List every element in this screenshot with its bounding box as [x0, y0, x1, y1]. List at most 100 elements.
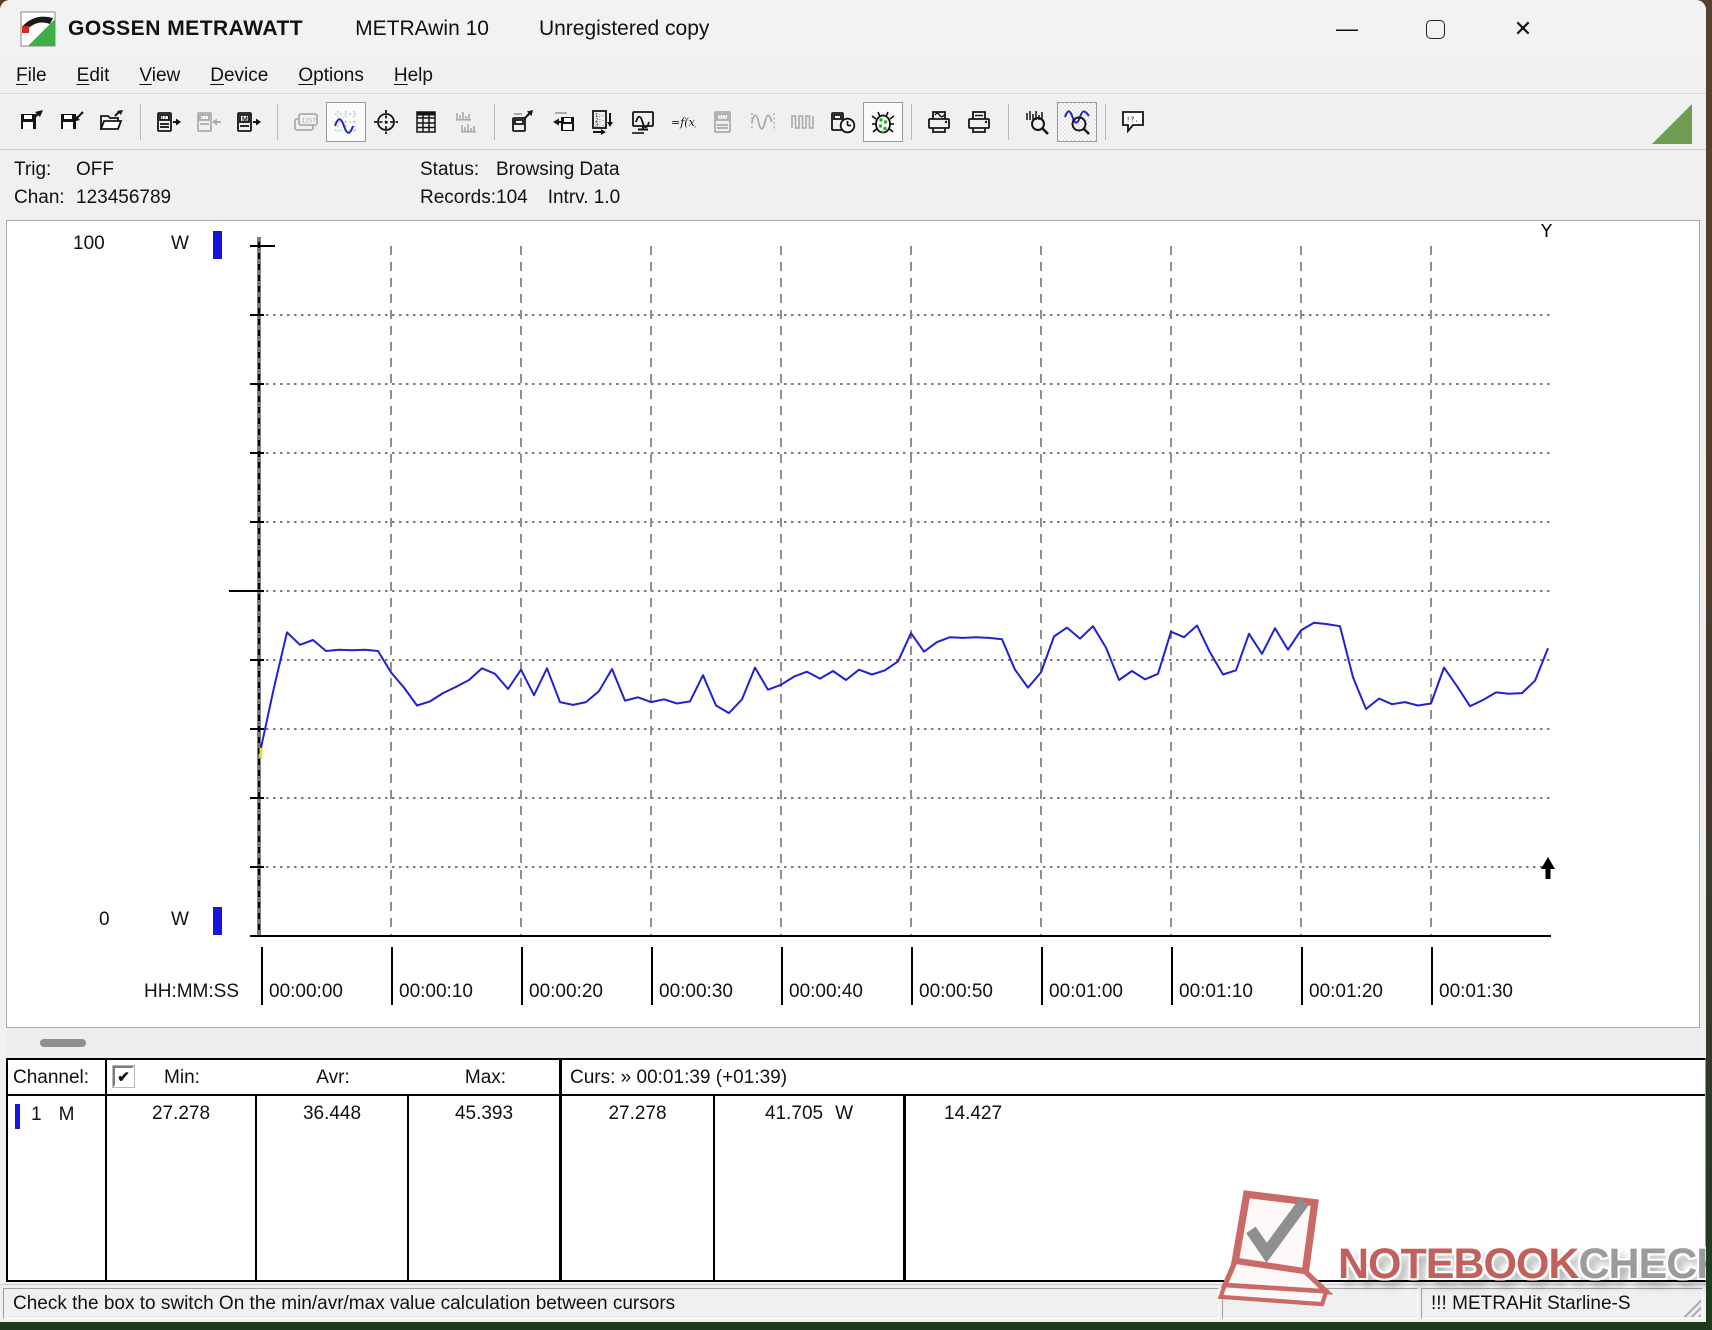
svg-text:1257: 1257 [302, 118, 317, 125]
close-button[interactable]: ✕ [1506, 12, 1540, 46]
x-tick-00:00:40: 00:00:40 [781, 947, 863, 1005]
menu-device[interactable]: Device [210, 65, 268, 87]
maximize-icon [1426, 20, 1445, 39]
records-line: Records:104Intrv. 1.0 [420, 184, 620, 212]
x-tick-00:00:30: 00:00:30 [651, 947, 733, 1005]
export-data-button[interactable] [503, 102, 543, 142]
view-histogram-button [446, 102, 486, 142]
toolbar: 321 321 M 1257 1:-2:-3:- =f(x) 321!?. [0, 95, 1706, 150]
file-open-button[interactable] [92, 102, 132, 142]
col-header-max: Max: [409, 1060, 562, 1094]
svg-text:3:-: 3:- [595, 123, 605, 129]
channel-number: 1 [31, 1104, 42, 1126]
file-open-icon [99, 109, 125, 135]
minavrmax-checkbox[interactable]: ✔ [113, 1066, 134, 1087]
window-controls: — ✕ [1330, 0, 1540, 58]
debug-icon [870, 109, 896, 135]
menu-bar: File Edit View Device Options Help [0, 58, 1706, 94]
device-321-button: 321 [703, 102, 743, 142]
channel-mode: M [59, 1104, 75, 1126]
value-avr: 36.448 [257, 1096, 409, 1280]
scrollbar-thumb[interactable] [40, 1039, 86, 1047]
zoom-spectrum-icon [1024, 109, 1050, 135]
title-bar: GOSSEN METRAWATT METRAwin 10 Unregistere… [0, 0, 1706, 58]
print-preview-button[interactable] [920, 102, 960, 142]
menu-help[interactable]: Help [394, 65, 433, 87]
y-axis-max-label: 100 [73, 233, 105, 255]
svg-text:321: 321 [718, 115, 727, 121]
analog-signal-icon [750, 109, 776, 135]
toolbar-separator [277, 104, 278, 140]
maximize-button[interactable] [1418, 12, 1452, 46]
value-cursor-a: 27.278 [562, 1096, 715, 1280]
debug-button[interactable] [863, 102, 903, 142]
hint-icon: !?. [1121, 109, 1147, 135]
y-axis-min-label: 0 [99, 909, 110, 931]
pulse-signal-icon [790, 109, 816, 135]
device-read-icon: 321 [156, 109, 182, 135]
file-save-button[interactable] [12, 102, 52, 142]
svg-text:321: 321 [201, 116, 210, 122]
app-brand: GOSSEN METRAWATT [68, 17, 303, 41]
menu-file[interactable]: File [16, 65, 47, 87]
hint-button[interactable]: !?. [1114, 102, 1154, 142]
svg-text:Y: Y [1540, 221, 1553, 242]
col-header-channel: Channel: [8, 1060, 107, 1096]
view-histogram-icon [453, 109, 479, 135]
pulse-signal-button [783, 102, 823, 142]
view-xy-button[interactable] [366, 102, 406, 142]
minimize-button[interactable]: — [1330, 12, 1364, 46]
channel-color-bar [15, 1104, 20, 1129]
col-header-minavrmax: ✔ Min: Avr: Max: [107, 1060, 562, 1096]
value-min: 27.278 [107, 1096, 257, 1280]
table-row-channel: 1 M [8, 1096, 107, 1280]
analog-signal-button [743, 102, 783, 142]
value-extra: 14.427 [906, 1096, 1705, 1280]
monitor-button[interactable] [623, 102, 663, 142]
svg-text:!?.: !?. [1126, 116, 1139, 124]
device-read-button[interactable]: 321 [149, 102, 189, 142]
file-save-as-button[interactable] [52, 102, 92, 142]
x-tick-00:01:30: 00:01:30 [1431, 947, 1513, 1005]
channel-marker-bottom[interactable] [213, 907, 222, 935]
channel-marker-top[interactable] [213, 231, 222, 259]
x-tick-00:00:00: 00:00:00 [261, 947, 343, 1005]
x-tick-00:01:10: 00:01:10 [1171, 947, 1253, 1005]
info-bar: Trig:OFF Chan:123456789 Status:Browsing … [0, 150, 1706, 218]
print-preview-icon [927, 109, 953, 135]
menu-options[interactable]: Options [298, 65, 363, 87]
app-title: METRAwin 10 [355, 17, 489, 41]
svg-text:=f(x): =f(x) [671, 116, 696, 129]
save-device-data-button[interactable] [543, 102, 583, 142]
power-trace-chart[interactable]: Y [7, 221, 1699, 1027]
status-panel-middle [1222, 1288, 1418, 1319]
memory-read-button[interactable]: M [229, 102, 269, 142]
view-curve-button[interactable] [326, 102, 366, 142]
timer-icon [830, 109, 856, 135]
menu-edit[interactable]: Edit [77, 65, 110, 87]
menu-view[interactable]: View [139, 65, 180, 87]
device-status: !!! METRAHit Starline-S [1421, 1288, 1703, 1319]
resize-corner-indicator [1652, 104, 1692, 144]
status-bar: Check the box to switch On the min/avr/m… [0, 1284, 1706, 1322]
zoom-spectrum-button[interactable] [1017, 102, 1057, 142]
y-axis-unit-top: W [171, 233, 189, 255]
save-device-data-icon [550, 109, 576, 135]
resize-grip[interactable] [1683, 1299, 1701, 1317]
view-table-button[interactable] [406, 102, 446, 142]
formula-button[interactable]: =f(x) [663, 102, 703, 142]
chart-panel[interactable]: Y 100 W 0 W HH:MM:SS 00:00:0000:00:1000:… [6, 220, 1700, 1028]
device-write-button: 321 [189, 102, 229, 142]
app-logo-icon [20, 11, 56, 47]
stats-table: Channel: ✔ Min: Avr: Max: Curs: » 00:01:… [6, 1058, 1706, 1282]
x-tick-00:00:20: 00:00:20 [521, 947, 603, 1005]
horizontal-scrollbar[interactable] [6, 1030, 1700, 1056]
zoom-curve-button[interactable] [1057, 102, 1097, 142]
timer-button[interactable] [823, 102, 863, 142]
x-tick-00:00:10: 00:00:10 [391, 947, 473, 1005]
print-button[interactable] [960, 102, 1000, 142]
channel-list-button[interactable]: 1:-2:-3:- [583, 102, 623, 142]
x-tick-00:00:50: 00:00:50 [911, 947, 993, 1005]
channel-list-status: Chan:123456789 [14, 184, 171, 212]
print-icon [967, 109, 993, 135]
